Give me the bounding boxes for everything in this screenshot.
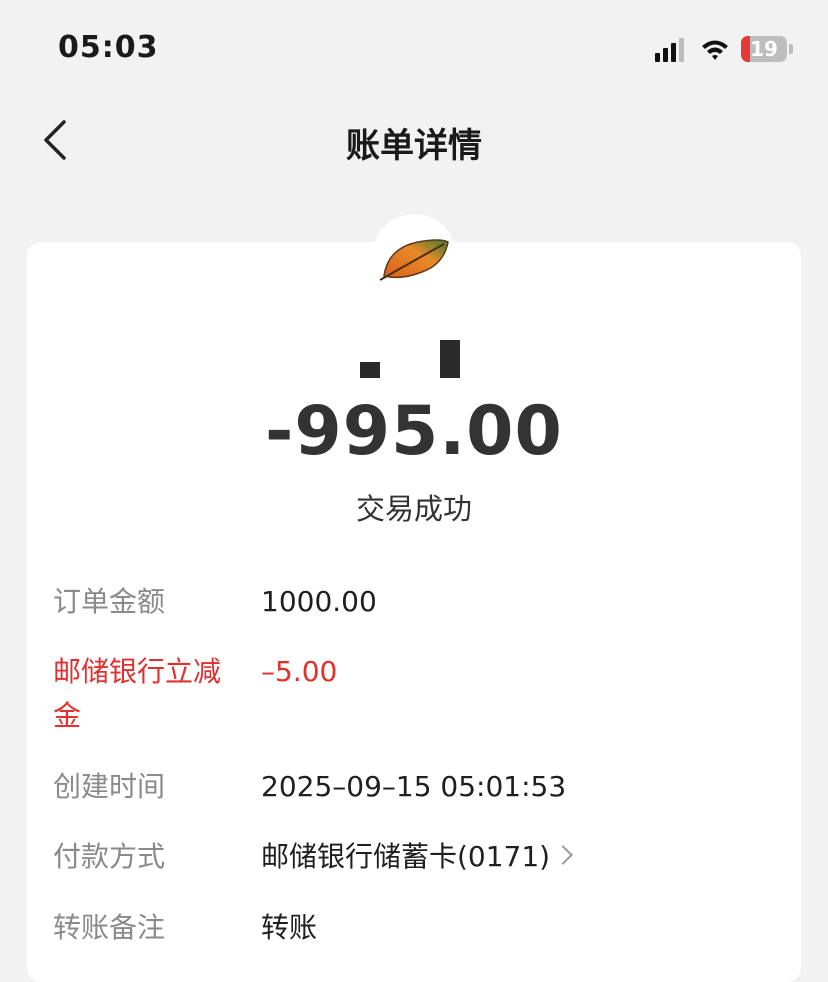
row-label: 邮储银行立减金: [53, 655, 222, 732]
row-value: –5.00: [261, 655, 338, 688]
status-bar: 05:03 19: [0, 0, 828, 100]
battery-icon: 19: [741, 36, 787, 62]
nav-bar: 账单详情: [0, 100, 828, 184]
row-value: 1000.00: [261, 585, 377, 618]
transaction-amount: -995.00: [265, 392, 563, 471]
cellular-signal-icon: [655, 38, 689, 62]
payee-name-redacted: [358, 340, 468, 382]
leaf-icon: [379, 239, 449, 281]
wifi-icon: [702, 40, 728, 60]
battery-cap: [789, 44, 793, 54]
row-value: 转账: [261, 911, 318, 944]
row-label: 付款方式: [53, 840, 166, 873]
status-time: 05:03: [58, 30, 159, 65]
row-value: 邮储银行储蓄卡(0171): [261, 840, 551, 873]
battery-level: 19: [750, 37, 778, 61]
row-label: 转账备注: [53, 911, 166, 944]
row-value: 2025–09–15 05:01:53: [261, 770, 567, 803]
payment-method-link[interactable]: 邮储银行储蓄卡(0171): [261, 835, 574, 879]
transaction-status: 交易成功: [355, 492, 472, 526]
row-label: 订单金额: [53, 585, 166, 618]
page-title: 账单详情: [346, 126, 482, 166]
chevron-right-icon: [553, 845, 574, 865]
row-label: 创建时间: [53, 770, 166, 803]
